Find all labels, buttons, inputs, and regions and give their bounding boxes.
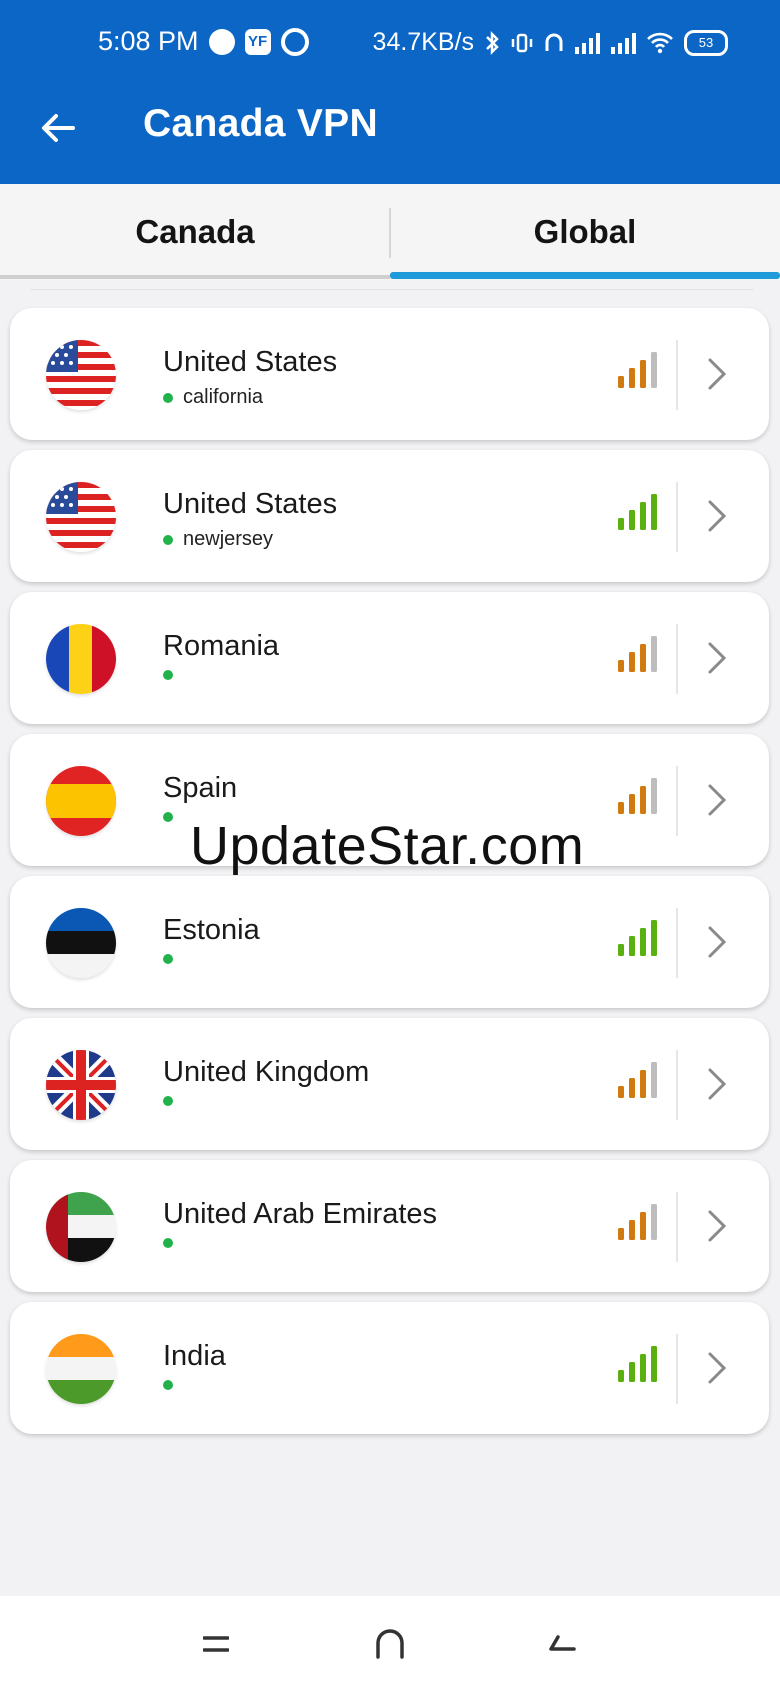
card-divider xyxy=(676,1050,678,1120)
system-back-button[interactable] xyxy=(532,1622,592,1666)
server-country: India xyxy=(163,1340,226,1372)
online-dot-icon xyxy=(163,670,173,680)
server-city: newjersey xyxy=(183,528,274,550)
card-divider xyxy=(676,1334,678,1404)
page-title: Canada VPN xyxy=(143,102,378,145)
signal-strength-icon xyxy=(618,1204,657,1240)
chevron-right-icon[interactable] xyxy=(704,1350,730,1386)
uae-flag-icon xyxy=(46,1192,116,1262)
online-dot-icon xyxy=(163,1238,173,1248)
signal-strength-icon xyxy=(618,352,657,388)
network-speed: 34.7KB/s xyxy=(372,28,474,56)
card-divider xyxy=(676,624,678,694)
card-divider xyxy=(676,766,678,836)
online-dot-icon xyxy=(163,812,173,822)
server-status xyxy=(163,670,183,680)
wifi-icon xyxy=(647,32,673,53)
ring-notification-icon xyxy=(280,27,309,56)
server-status xyxy=(163,954,183,964)
system-nav-bar xyxy=(0,1596,780,1690)
estonia-flag-icon xyxy=(46,908,116,978)
chevron-right-icon[interactable] xyxy=(704,782,730,818)
signal-strength-icon xyxy=(618,920,657,956)
chevron-right-icon[interactable] xyxy=(704,1066,730,1102)
watermark-text: UpdateStar.com xyxy=(190,816,585,876)
server-country: Estonia xyxy=(163,914,260,946)
uk-flag-icon xyxy=(46,1050,116,1120)
app-bar: Canada VPN xyxy=(0,74,780,184)
spain-flag-icon xyxy=(46,766,116,836)
menu-lines-icon xyxy=(203,1636,229,1652)
server-card[interactable]: Estonia xyxy=(10,876,769,1008)
online-dot-icon xyxy=(163,954,173,964)
status-time: 5:08 PM xyxy=(98,26,199,56)
tab-underline-inactive xyxy=(0,275,390,279)
online-dot-icon xyxy=(163,1096,173,1106)
server-status xyxy=(163,812,183,822)
server-status xyxy=(163,1380,183,1390)
app-notification-icon: YF xyxy=(244,28,271,55)
server-card[interactable]: United States newjersey xyxy=(10,450,769,582)
status-bar: 5:08 PM YF 34.7KB/s 53 xyxy=(0,0,780,74)
vibrate-icon xyxy=(511,33,533,52)
bluetooth-icon xyxy=(486,30,499,55)
back-button[interactable] xyxy=(34,104,82,152)
chevron-right-icon[interactable] xyxy=(704,356,730,392)
back-arrow-icon xyxy=(42,114,75,142)
server-status xyxy=(163,1238,183,1248)
chevron-right-icon[interactable] xyxy=(704,498,730,534)
server-country: United Arab Emirates xyxy=(163,1198,438,1230)
server-status xyxy=(163,1096,183,1106)
signal-strength-icon xyxy=(618,778,657,814)
server-country: United States xyxy=(163,346,338,378)
tab-bar: Canada Global xyxy=(0,184,780,280)
card-divider xyxy=(676,340,678,410)
list-top-divider xyxy=(30,289,754,290)
server-country: Spain xyxy=(163,772,238,804)
recents-button[interactable] xyxy=(186,1622,246,1666)
us-flag-icon xyxy=(46,340,116,410)
online-dot-icon xyxy=(163,1380,173,1390)
romania-flag-icon xyxy=(46,624,116,694)
india-flag-icon xyxy=(46,1334,116,1404)
headset-icon xyxy=(545,33,563,51)
card-divider xyxy=(676,482,678,552)
signal-strength-icon xyxy=(618,494,657,530)
online-dot-icon xyxy=(163,534,173,545)
signal-strength-icon xyxy=(618,1062,657,1098)
server-card[interactable]: United Kingdom xyxy=(10,1018,769,1150)
server-card[interactable]: Romania xyxy=(10,592,769,724)
cell-signal-1-icon xyxy=(575,32,600,54)
server-card[interactable]: India xyxy=(10,1302,769,1434)
notification-dot-icon xyxy=(208,28,235,55)
server-country: United Kingdom xyxy=(163,1056,370,1088)
status-left: 5:08 PM YF xyxy=(98,26,309,57)
card-divider xyxy=(676,1192,678,1262)
server-country: Romania xyxy=(163,630,280,662)
online-dot-icon xyxy=(163,392,173,403)
tab-underline-active xyxy=(390,272,780,279)
tab-global[interactable]: Global xyxy=(390,184,780,280)
back-caret-icon xyxy=(549,1635,576,1651)
server-card[interactable]: United States california xyxy=(10,308,769,440)
cell-signal-2-icon xyxy=(611,32,636,54)
server-card[interactable]: United Arab Emirates xyxy=(10,1160,769,1292)
card-divider xyxy=(676,908,678,978)
server-list: United States california United States n… xyxy=(0,300,780,1478)
tab-canada[interactable]: Canada xyxy=(0,184,390,280)
home-button[interactable] xyxy=(360,1622,420,1666)
server-city: california xyxy=(183,386,264,408)
us-flag-icon xyxy=(46,482,116,552)
server-status: newjersey xyxy=(163,528,273,551)
chevron-right-icon[interactable] xyxy=(704,1208,730,1244)
chevron-right-icon[interactable] xyxy=(704,924,730,960)
battery-icon: 53 xyxy=(684,29,728,56)
signal-strength-icon xyxy=(618,636,657,672)
home-arch-icon xyxy=(376,1629,404,1659)
status-right: 34.7KB/s 53 xyxy=(373,28,728,57)
signal-strength-icon xyxy=(618,1346,657,1382)
server-status: california xyxy=(163,386,263,409)
server-country: United States xyxy=(163,488,338,520)
chevron-right-icon[interactable] xyxy=(704,640,730,676)
